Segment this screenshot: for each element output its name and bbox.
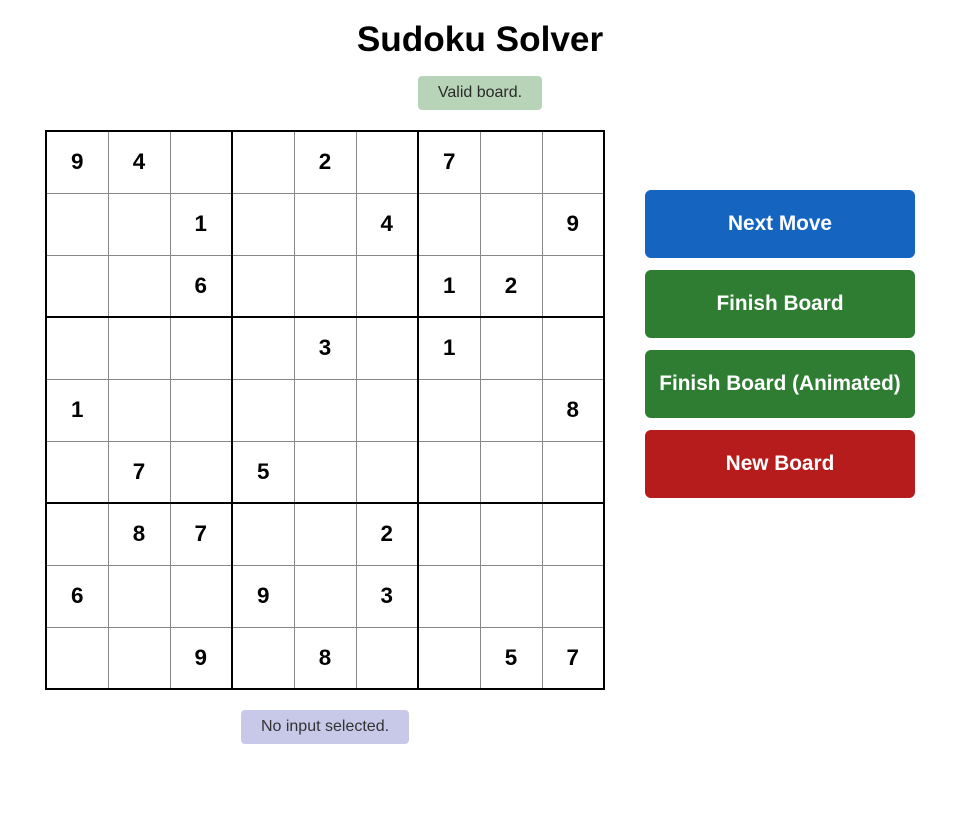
sudoku-cell[interactable]: [294, 503, 356, 565]
sudoku-cell[interactable]: 2: [294, 131, 356, 193]
status-badge: Valid board.: [418, 76, 542, 110]
sudoku-cell[interactable]: [108, 255, 170, 317]
sudoku-cell[interactable]: [542, 441, 604, 503]
sudoku-cell[interactable]: 7: [418, 131, 480, 193]
sudoku-cell[interactable]: 1: [46, 379, 108, 441]
sudoku-cell[interactable]: [232, 131, 294, 193]
sudoku-cell[interactable]: 2: [480, 255, 542, 317]
sudoku-cell[interactable]: [418, 193, 480, 255]
next-move-button[interactable]: Next Move: [645, 190, 915, 258]
sudoku-cell[interactable]: [480, 131, 542, 193]
sudoku-cell[interactable]: [108, 193, 170, 255]
sudoku-cell[interactable]: [170, 441, 232, 503]
sudoku-cell[interactable]: [480, 441, 542, 503]
sudoku-cell[interactable]: 2: [356, 503, 418, 565]
sudoku-cell[interactable]: [170, 565, 232, 627]
sudoku-cell[interactable]: [46, 317, 108, 379]
sudoku-cell[interactable]: [542, 255, 604, 317]
sudoku-cell[interactable]: [46, 255, 108, 317]
sudoku-cell[interactable]: 1: [418, 255, 480, 317]
sudoku-cell[interactable]: 1: [170, 193, 232, 255]
sudoku-cell[interactable]: 4: [356, 193, 418, 255]
sudoku-cell[interactable]: [356, 131, 418, 193]
sudoku-cell[interactable]: 9: [542, 193, 604, 255]
sudoku-cell[interactable]: 7: [108, 441, 170, 503]
sudoku-cell[interactable]: [170, 317, 232, 379]
sudoku-cell[interactable]: [232, 379, 294, 441]
sudoku-cell[interactable]: [46, 441, 108, 503]
sudoku-cell[interactable]: [356, 255, 418, 317]
sudoku-cell[interactable]: 7: [170, 503, 232, 565]
sudoku-cell[interactable]: 3: [294, 317, 356, 379]
no-input-badge: No input selected.: [241, 710, 409, 744]
sudoku-cell[interactable]: [542, 565, 604, 627]
main-content: 94271496123118758726939857 No input sele…: [45, 130, 915, 744]
sudoku-cell[interactable]: [232, 317, 294, 379]
sudoku-cell[interactable]: [480, 317, 542, 379]
sudoku-cell[interactable]: 8: [108, 503, 170, 565]
sudoku-cell[interactable]: [294, 441, 356, 503]
sudoku-cell[interactable]: [418, 565, 480, 627]
sudoku-cell[interactable]: [232, 627, 294, 689]
sudoku-cell[interactable]: 5: [232, 441, 294, 503]
sudoku-cell[interactable]: [418, 441, 480, 503]
sudoku-cell[interactable]: [356, 317, 418, 379]
sudoku-cell[interactable]: 9: [46, 131, 108, 193]
sudoku-cell[interactable]: 7: [542, 627, 604, 689]
sudoku-cell[interactable]: [542, 131, 604, 193]
sudoku-cell[interactable]: [356, 627, 418, 689]
sudoku-cell[interactable]: [480, 193, 542, 255]
sudoku-cell[interactable]: [480, 379, 542, 441]
sudoku-cell[interactable]: [294, 379, 356, 441]
board-wrapper: 94271496123118758726939857 No input sele…: [45, 130, 605, 744]
sudoku-cell[interactable]: [294, 255, 356, 317]
page-title: Sudoku Solver: [357, 20, 603, 60]
sudoku-grid: 94271496123118758726939857: [45, 130, 605, 690]
finish-board-animated-button[interactable]: Finish Board (Animated): [645, 350, 915, 418]
sudoku-cell[interactable]: [46, 627, 108, 689]
sudoku-cell[interactable]: [232, 503, 294, 565]
sudoku-cell[interactable]: [108, 317, 170, 379]
sudoku-cell[interactable]: [418, 627, 480, 689]
sudoku-cell[interactable]: [232, 255, 294, 317]
sudoku-cell[interactable]: [480, 503, 542, 565]
sudoku-cell[interactable]: 9: [232, 565, 294, 627]
sudoku-cell[interactable]: [542, 503, 604, 565]
sudoku-cell[interactable]: 3: [356, 565, 418, 627]
finish-board-button[interactable]: Finish Board: [645, 270, 915, 338]
sudoku-cell[interactable]: 6: [170, 255, 232, 317]
sudoku-cell[interactable]: [108, 379, 170, 441]
sudoku-cell[interactable]: [170, 131, 232, 193]
sudoku-cell[interactable]: [418, 379, 480, 441]
sudoku-cell[interactable]: 9: [170, 627, 232, 689]
sudoku-cell[interactable]: [108, 565, 170, 627]
buttons-panel: Next Move Finish Board Finish Board (Ani…: [645, 190, 915, 498]
sudoku-cell[interactable]: 4: [108, 131, 170, 193]
sudoku-cell[interactable]: 8: [542, 379, 604, 441]
sudoku-cell[interactable]: [170, 379, 232, 441]
new-board-button[interactable]: New Board: [645, 430, 915, 498]
sudoku-cell[interactable]: [356, 379, 418, 441]
sudoku-cell[interactable]: [356, 441, 418, 503]
sudoku-cell[interactable]: 8: [294, 627, 356, 689]
sudoku-cell[interactable]: 5: [480, 627, 542, 689]
sudoku-cell[interactable]: 1: [418, 317, 480, 379]
sudoku-cell[interactable]: [46, 503, 108, 565]
sudoku-cell[interactable]: 6: [46, 565, 108, 627]
sudoku-cell[interactable]: [418, 503, 480, 565]
sudoku-cell[interactable]: [294, 565, 356, 627]
sudoku-cell[interactable]: [542, 317, 604, 379]
sudoku-cell[interactable]: [480, 565, 542, 627]
sudoku-cell[interactable]: [294, 193, 356, 255]
sudoku-cell[interactable]: [232, 193, 294, 255]
sudoku-cell[interactable]: [108, 627, 170, 689]
sudoku-cell[interactable]: [46, 193, 108, 255]
